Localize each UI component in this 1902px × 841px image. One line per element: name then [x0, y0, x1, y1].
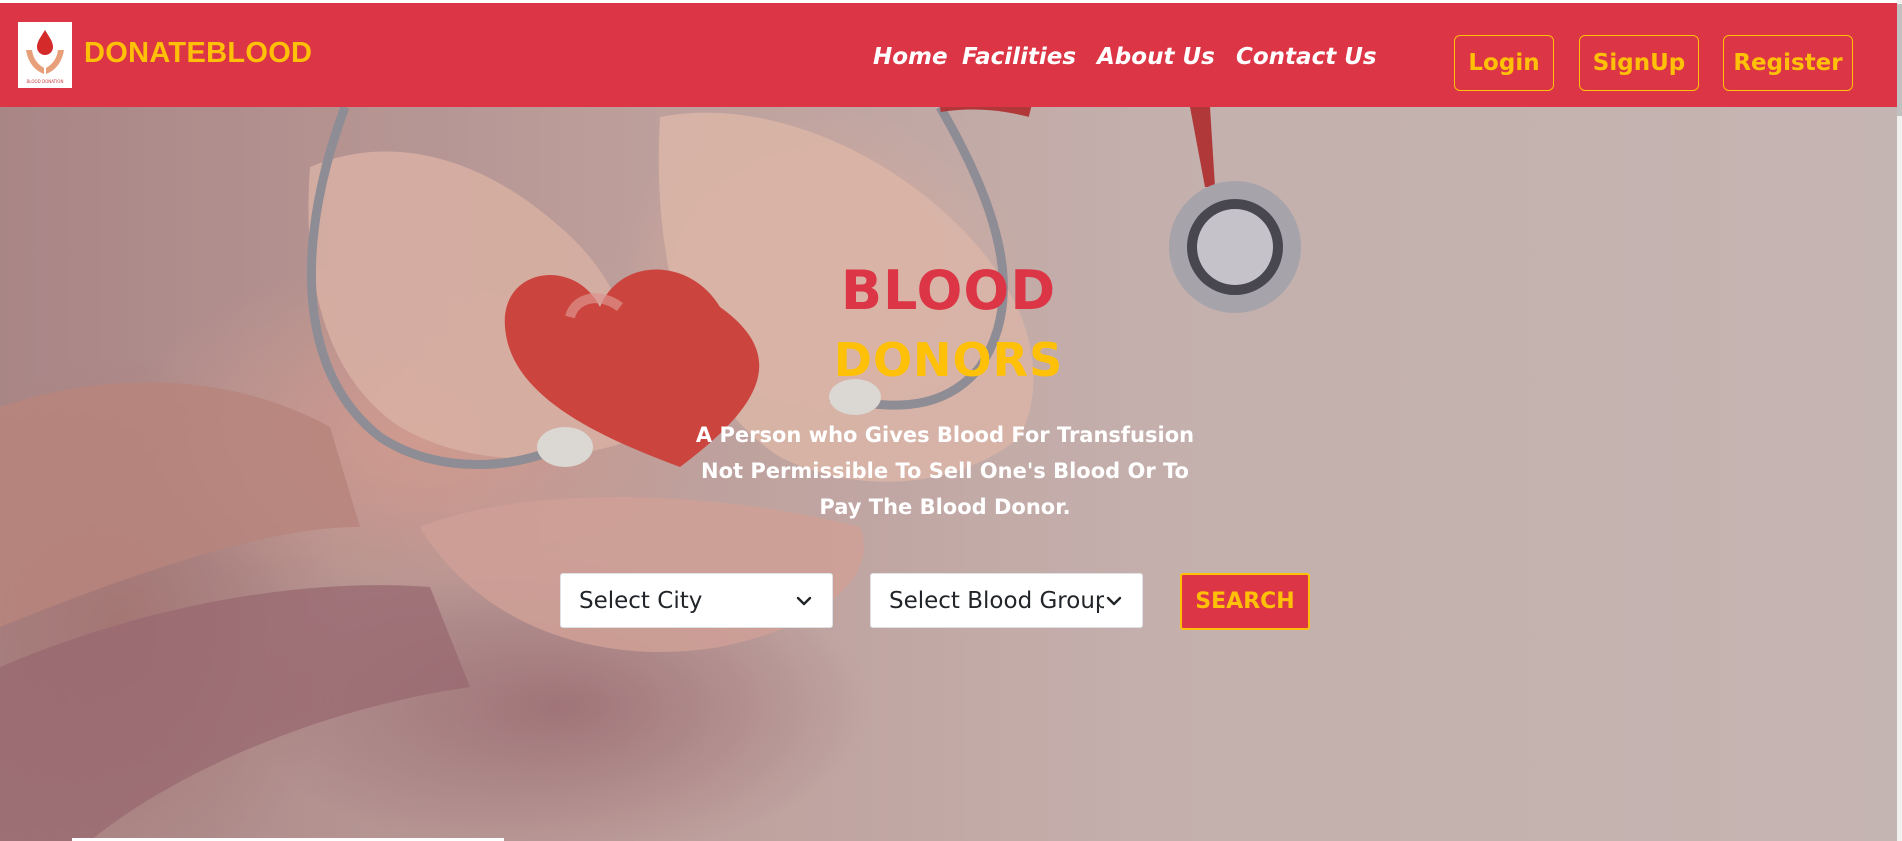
chevron-down-icon	[1106, 596, 1122, 606]
page-scrollbar[interactable]	[1897, 0, 1902, 841]
nav-link-contact-us[interactable]: Contact Us	[1236, 44, 1377, 70]
hero-title-blood: BLOOD	[840, 259, 1057, 322]
hero-description-line: A Person who Gives Blood For Transfusion	[695, 423, 1195, 447]
login-button[interactable]: Login	[1454, 35, 1554, 91]
city-select[interactable]: Select City	[560, 573, 833, 628]
brand-name[interactable]: DONATEBLOOD	[84, 37, 312, 70]
nav-link-facilities[interactable]: Facilities	[962, 44, 1076, 70]
hero-title-donors: DONORS	[833, 333, 1064, 387]
signup-button[interactable]: SignUp	[1579, 35, 1699, 91]
hero-description-line: Not Permissible To Sell One's Blood Or T…	[701, 459, 1189, 483]
nav-link-about-us[interactable]: About Us	[1097, 44, 1215, 70]
chevron-down-icon	[796, 596, 812, 606]
nav-link-home[interactable]: Home	[873, 44, 948, 70]
logo-caption: BLOOD DONATION	[27, 79, 64, 84]
hero-description-line: Pay The Blood Donor.	[819, 495, 1071, 519]
navbar: BLOOD DONATION DONATEBLOOD Home Faciliti…	[0, 3, 1897, 107]
search-button[interactable]: SEARCH	[1180, 573, 1310, 630]
register-button[interactable]: Register	[1723, 35, 1853, 91]
blood-group-select-value: Select Blood Group	[889, 587, 1104, 614]
city-select-value: Select City	[579, 587, 703, 614]
scrollbar-thumb[interactable]	[1897, 4, 1902, 116]
brand-logo[interactable]: BLOOD DONATION	[18, 22, 72, 88]
hero-description: A Person who Gives Blood For Transfusion…	[690, 417, 1200, 525]
hands-blood-drop-icon: BLOOD DONATION	[26, 30, 64, 84]
hero-section: BLOOD DONORS A Person who Gives Blood Fo…	[0, 107, 1897, 841]
blood-group-select[interactable]: Select Blood Group	[870, 573, 1143, 628]
